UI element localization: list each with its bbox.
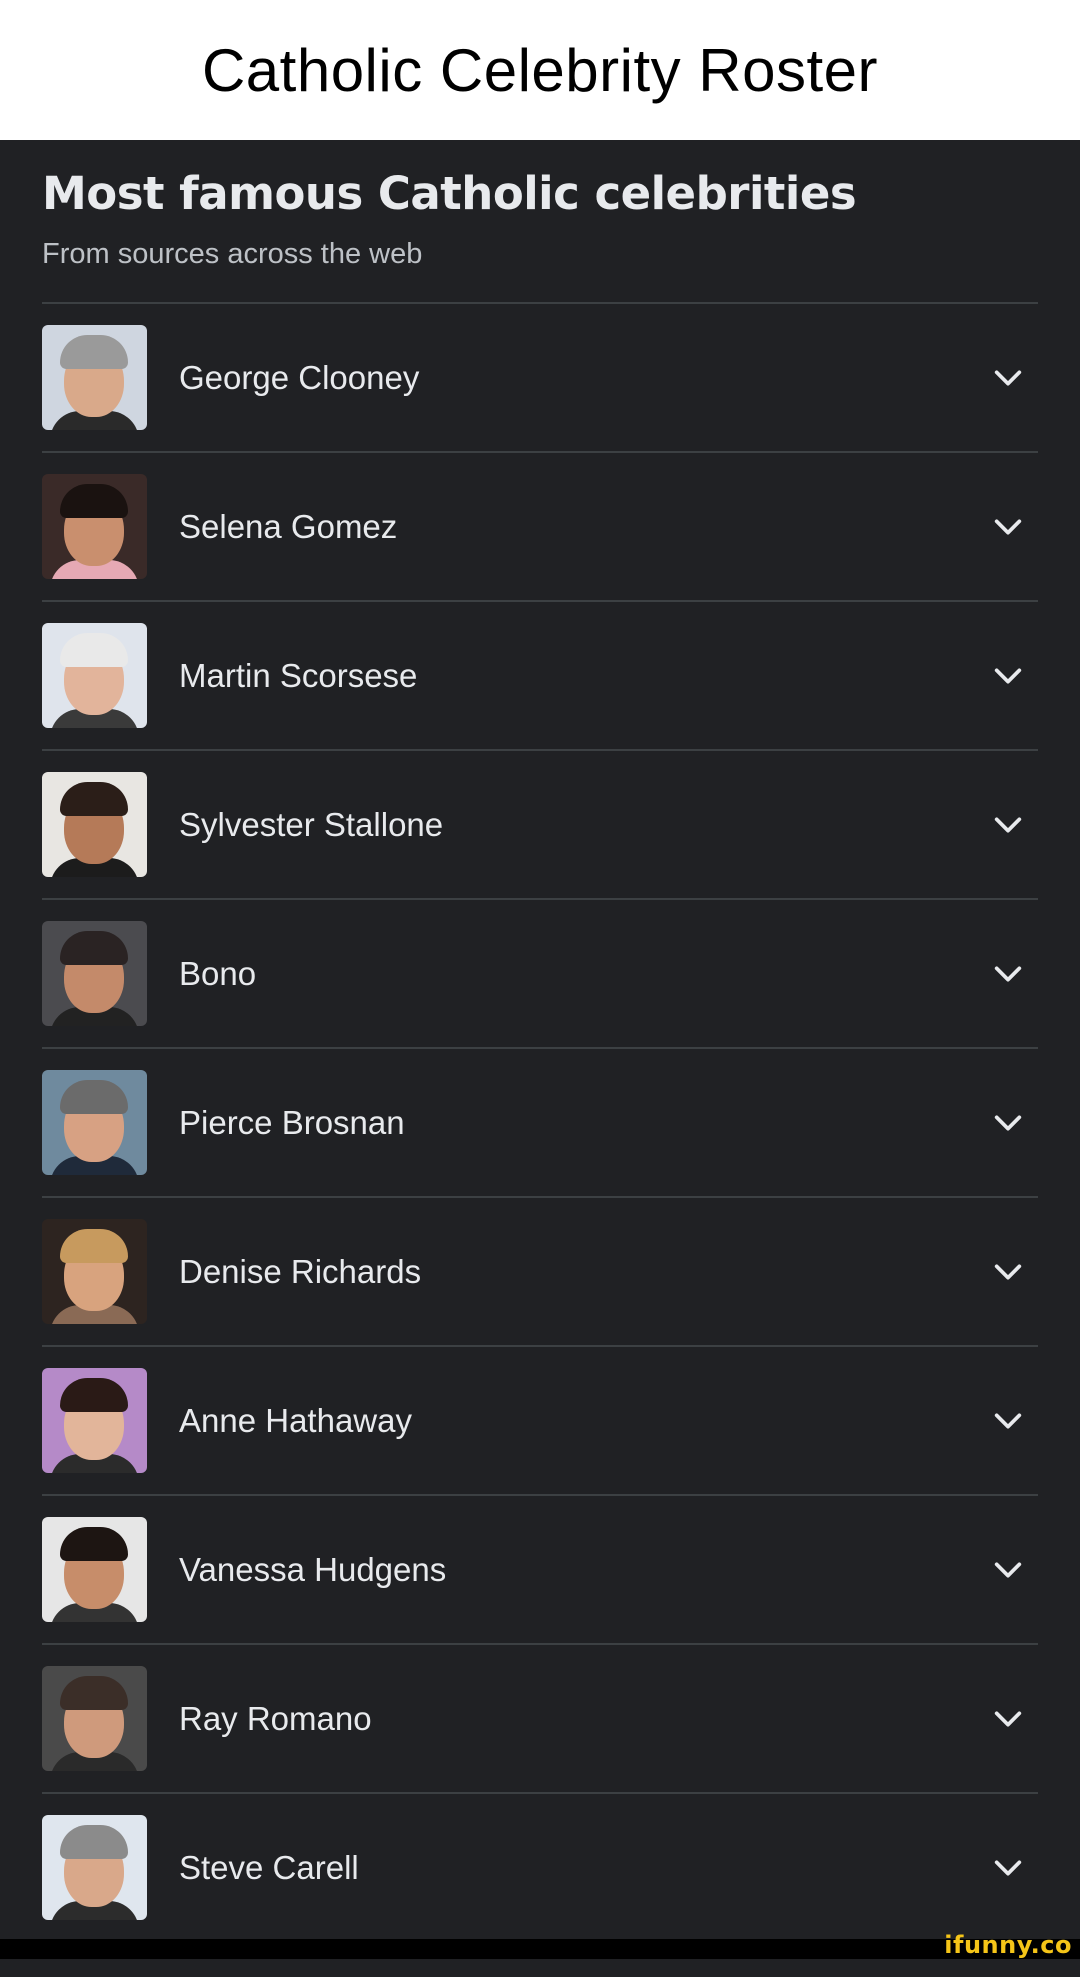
list-item[interactable]: Steve Carell: [42, 1794, 1038, 1941]
avatar: [42, 474, 147, 579]
avatar: [42, 1666, 147, 1771]
celebrity-name: Pierce Brosnan: [179, 1103, 405, 1141]
list-item[interactable]: Anne Hathaway: [42, 1347, 1038, 1496]
celebrity-name: Vanessa Hudgens: [179, 1550, 447, 1588]
avatar: [42, 921, 147, 1026]
list-item[interactable]: Pierce Brosnan: [42, 1049, 1038, 1198]
ifunny-watermark: ifunny.co: [944, 1931, 1072, 1959]
avatar: [42, 325, 147, 430]
chevron-down-icon[interactable]: [978, 795, 1038, 855]
chevron-down-icon[interactable]: [978, 1391, 1038, 1451]
meme-header: Catholic Celebrity Roster: [0, 0, 1080, 140]
footer-bar: [0, 1939, 1080, 1959]
list-item[interactable]: Martin Scorsese: [42, 602, 1038, 751]
chevron-down-icon[interactable]: [978, 348, 1038, 408]
chevron-down-icon[interactable]: [978, 1689, 1038, 1749]
celebrity-name: Martin Scorsese: [179, 656, 418, 694]
results-panel: Most famous Catholic celebrities From so…: [0, 140, 1080, 1959]
panel-subtitle: From sources across the web: [42, 238, 423, 270]
avatar: [42, 623, 147, 728]
chevron-down-icon[interactable]: [978, 1093, 1038, 1153]
list-item[interactable]: Ray Romano: [42, 1645, 1038, 1794]
avatar: [42, 1517, 147, 1622]
avatar: [42, 1219, 147, 1324]
chevron-down-icon[interactable]: [978, 646, 1038, 706]
list-item[interactable]: Sylvester Stallone: [42, 751, 1038, 900]
avatar: [42, 1368, 147, 1473]
list-item[interactable]: Denise Richards: [42, 1198, 1038, 1347]
chevron-down-icon[interactable]: [978, 1838, 1038, 1898]
celebrity-list: George Clooney Selena Gomez Martin Scorses…: [42, 302, 1038, 1941]
meme-title: Catholic Celebrity Roster: [201, 36, 879, 104]
list-item[interactable]: Selena Gomez: [42, 453, 1038, 602]
avatar: [42, 1070, 147, 1175]
chevron-down-icon[interactable]: [978, 944, 1038, 1004]
celebrity-name: Ray Romano: [179, 1699, 372, 1737]
chevron-down-icon[interactable]: [978, 1540, 1038, 1600]
avatar: [42, 1815, 147, 1920]
celebrity-name: Anne Hathaway: [179, 1401, 412, 1439]
celebrity-name: Denise Richards: [179, 1252, 422, 1290]
list-item[interactable]: Bono: [42, 900, 1038, 1049]
celebrity-name: Steve Carell: [179, 1848, 359, 1886]
celebrity-name: George Clooney: [179, 358, 420, 396]
list-item[interactable]: Vanessa Hudgens: [42, 1496, 1038, 1645]
celebrity-name: Selena Gomez: [179, 507, 398, 545]
avatar: [42, 772, 147, 877]
list-item[interactable]: George Clooney: [42, 304, 1038, 453]
celebrity-name: Bono: [179, 954, 257, 992]
panel-title: Most famous Catholic celebrities: [42, 167, 857, 220]
chevron-down-icon[interactable]: [978, 1242, 1038, 1302]
chevron-down-icon[interactable]: [978, 497, 1038, 557]
celebrity-name: Sylvester Stallone: [179, 805, 444, 843]
